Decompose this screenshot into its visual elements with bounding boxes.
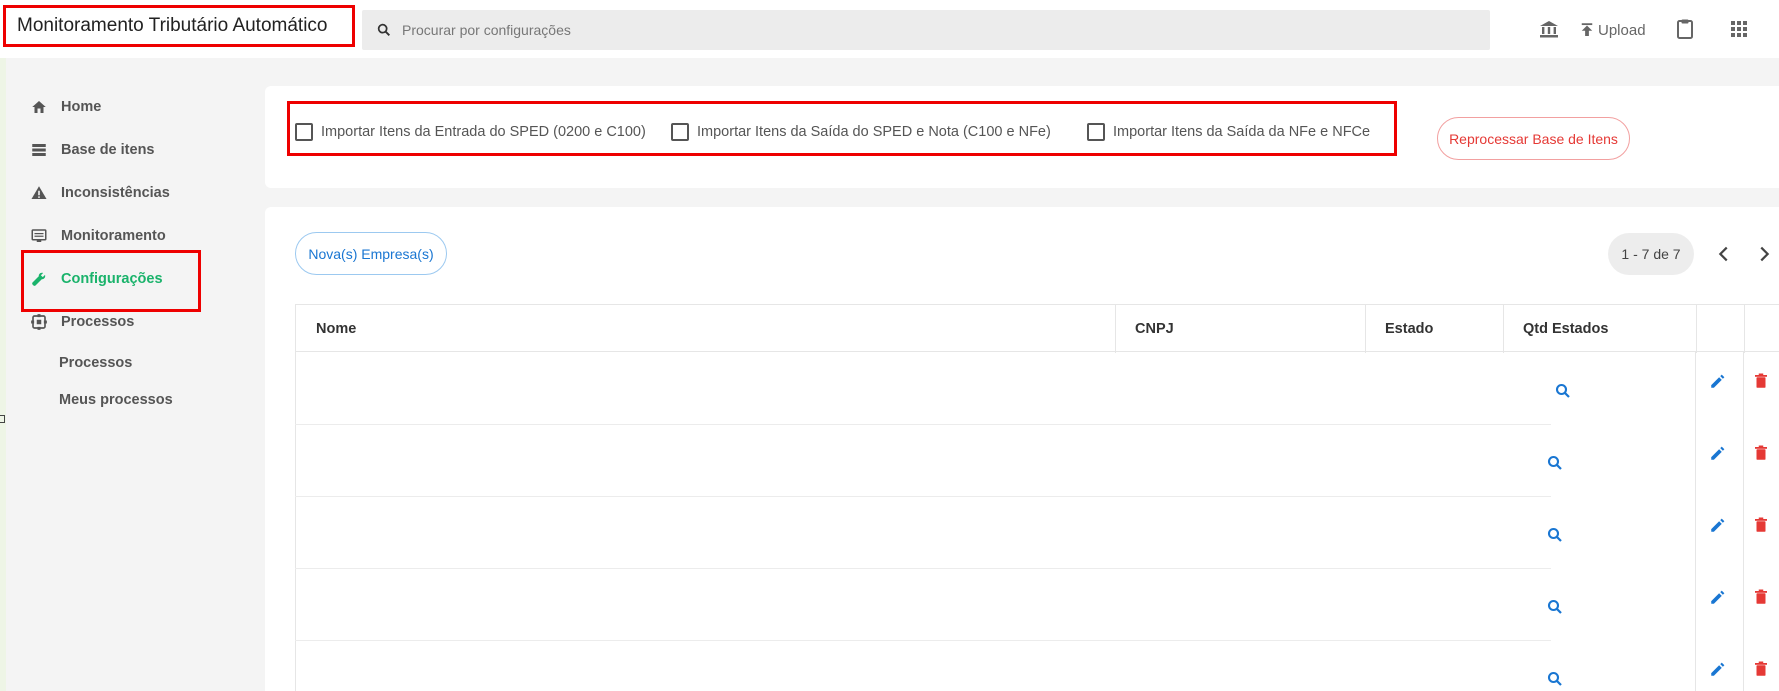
search-icon[interactable] (1554, 382, 1572, 400)
edit-icon[interactable] (1709, 444, 1727, 462)
list-icon (32, 144, 46, 156)
search-bar[interactable] (362, 10, 1490, 50)
edit-icon[interactable] (1709, 588, 1727, 606)
upload-button[interactable]: Upload (1578, 18, 1646, 42)
reprocess-base-button[interactable]: Reprocessar Base de Itens (1437, 117, 1630, 160)
column-header-nome[interactable]: Nome (296, 305, 1115, 353)
column-divider (1744, 305, 1745, 353)
bank-icon[interactable] (1537, 17, 1561, 41)
apps-grid-icon[interactable] (1727, 17, 1751, 41)
resize-handle[interactable] (0, 415, 5, 423)
table-row (295, 640, 1779, 691)
search-icon[interactable] (1546, 598, 1564, 616)
pagination-info: 1 - 7 de 7 (1608, 233, 1694, 275)
upload-label: Upload (1598, 21, 1646, 39)
sidebar-subitem-meus-processos[interactable]: Meus processos (59, 392, 173, 408)
chevron-left-icon[interactable] (1713, 243, 1735, 265)
column-header-estado[interactable]: Estado (1365, 305, 1503, 353)
monitor-icon (31, 229, 47, 242)
checkbox-import-saida-nfe-nfce[interactable]: Importar Itens da Saída da NFe e NFCe (1087, 123, 1370, 141)
search-icon[interactable] (1546, 670, 1564, 688)
column-header-qtd-estados[interactable]: Qtd Estados (1503, 305, 1697, 353)
sidebar-item-label: Home (61, 99, 102, 115)
checkbox-import-saida-sped-nota[interactable]: Importar Itens da Saída do SPED e Nota (… (671, 123, 1051, 141)
sidebar-edge (0, 58, 6, 691)
app-title: Monitoramento Tributário Automático (3, 5, 355, 47)
delete-icon[interactable] (1752, 516, 1770, 534)
delete-icon[interactable] (1752, 444, 1770, 462)
checkbox-box[interactable] (671, 123, 689, 141)
chevron-right-icon[interactable] (1753, 243, 1775, 265)
sidebar-item-base-de-itens[interactable]: Base de itens (30, 137, 155, 163)
edit-icon[interactable] (1709, 372, 1727, 390)
delete-icon[interactable] (1752, 372, 1770, 390)
table-header: Nome CNPJ Estado Qtd Estados (295, 304, 1779, 353)
sidebar-item-monitoramento[interactable]: Monitoramento (30, 223, 166, 249)
table-row (295, 496, 1779, 568)
home-icon (32, 101, 46, 113)
checkbox-label: Importar Itens da Entrada do SPED (0200 … (321, 124, 646, 140)
companies-table: Nome CNPJ Estado Qtd Estados (295, 304, 1779, 691)
checkbox-box[interactable] (1087, 123, 1105, 141)
sidebar-item-label: Inconsistências (61, 185, 170, 201)
sidebar-subitem-processos[interactable]: Processos (59, 355, 132, 371)
process-icon (31, 314, 47, 330)
checkbox-import-entrada-sped[interactable]: Importar Itens da Entrada do SPED (0200 … (295, 123, 646, 141)
sidebar-item-label: Base de itens (61, 142, 155, 158)
checkbox-label: Importar Itens da Saída do SPED e Nota (… (697, 124, 1051, 140)
edit-icon[interactable] (1709, 660, 1727, 678)
search-icon (377, 23, 390, 36)
table-row (295, 424, 1779, 496)
table-row (295, 568, 1779, 640)
column-divider (1696, 305, 1697, 353)
delete-icon[interactable] (1752, 588, 1770, 606)
search-input[interactable] (402, 10, 1472, 50)
active-nav-highlight (21, 250, 201, 312)
column-header-cnpj[interactable]: CNPJ (1115, 305, 1365, 353)
edit-icon[interactable] (1709, 516, 1727, 534)
new-company-button[interactable]: Nova(s) Empresa(s) (295, 232, 447, 275)
sidebar-item-label: Monitoramento (61, 228, 166, 244)
search-icon[interactable] (1546, 526, 1564, 544)
search-icon[interactable] (1546, 454, 1564, 472)
upload-icon (1581, 23, 1593, 36)
delete-icon[interactable] (1752, 660, 1770, 678)
top-bar: Monitoramento Tributário Automático Uplo… (0, 0, 1779, 58)
sidebar-item-inconsistencias[interactable]: Inconsistências (30, 180, 170, 206)
checkbox-box[interactable] (295, 123, 313, 141)
sidebar-item-label: Processos (61, 314, 135, 330)
sidebar-item-home[interactable]: Home (30, 94, 101, 120)
checkbox-label: Importar Itens da Saída da NFe e NFCe (1113, 124, 1371, 140)
clipboard-icon[interactable] (1673, 17, 1697, 41)
sidebar-item-processos[interactable]: Processos (30, 309, 134, 335)
warning-icon (31, 186, 47, 199)
table-row (295, 352, 1779, 424)
